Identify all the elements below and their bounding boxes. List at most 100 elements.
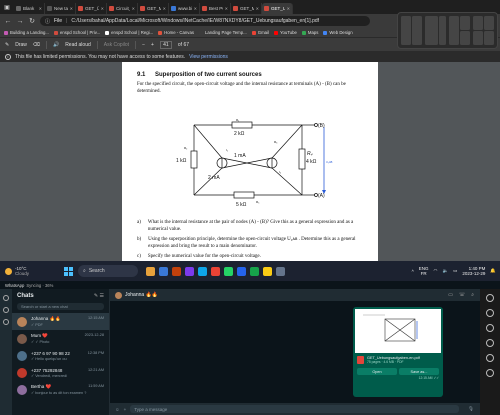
chat-list-item[interactable]: +237 6 97 90 98 22 12:38 PM ✓ Hello quelqu… — [12, 347, 109, 364]
teams-icon[interactable] — [185, 266, 194, 276]
chevron-up-icon[interactable]: ^ — [412, 269, 414, 274]
url-field[interactable]: ⓘ File | C:/Users/bahal/AppData/Local/Mi… — [40, 16, 370, 26]
close-tab-icon[interactable]: ✕ — [163, 6, 166, 11]
open-file-button[interactable]: Open — [357, 368, 397, 375]
pdf-viewer[interactable]: 9.1 Superposition of two current sources… — [0, 62, 500, 261]
chrome-icon[interactable] — [211, 266, 220, 276]
wifi-icon[interactable]: ◠ — [434, 268, 438, 274]
excel-icon[interactable] — [250, 266, 259, 276]
word-icon[interactable] — [237, 266, 246, 276]
settings-icon[interactable] — [276, 266, 285, 276]
bookmark-item[interactable]: enspd School | Priv... — [53, 30, 100, 35]
conversation-search-icon[interactable]: ⌕ — [471, 292, 474, 298]
close-tab-icon[interactable]: ✕ — [39, 6, 42, 11]
close-tab-icon[interactable]: ✕ — [287, 6, 290, 11]
whatsapp-taskbar-icon[interactable] — [224, 266, 233, 276]
windows-start-icon[interactable] — [64, 266, 73, 276]
voltage-label: U₀AB — [326, 160, 333, 164]
conversation-header[interactable]: Johanna 🔥🔥 ▭ ☏ ⌕ — [110, 289, 480, 301]
calls-nav-icon[interactable] — [3, 307, 9, 313]
forward-icon[interactable]: → — [16, 18, 24, 25]
language-indicator[interactable]: ENG FR — [419, 266, 429, 276]
browser-tab[interactable]: GET_Üebi✕ — [76, 3, 107, 14]
filter-icon[interactable]: ☰ — [100, 293, 104, 299]
zoom-out-icon[interactable]: − — [142, 42, 145, 48]
notifications-icon[interactable]: 🔔 — [490, 268, 496, 274]
message-input[interactable]: Type a message — [130, 405, 460, 413]
quick-circle-icon[interactable] — [486, 324, 494, 332]
back-icon[interactable]: ← — [4, 18, 12, 25]
zoom-in-icon[interactable]: + — [151, 42, 154, 48]
sticky-notes-icon[interactable] — [263, 266, 272, 276]
bookmark-item[interactable]: Gmail — [251, 30, 269, 35]
browser-tab[interactable]: GET_Mus✕ — [138, 3, 169, 14]
draw-icon[interactable]: ✎ — [5, 42, 9, 48]
voice-call-icon[interactable]: ☏ — [459, 292, 465, 298]
attach-icon[interactable]: + — [124, 407, 127, 412]
close-tab-icon[interactable]: ✕ — [132, 6, 135, 11]
draw-button[interactable]: Draw — [15, 42, 27, 48]
bookmark-item[interactable]: Landing Page Temp... — [199, 30, 247, 35]
close-tab-icon[interactable]: ✕ — [256, 6, 259, 11]
quick-add-icon[interactable] — [486, 369, 494, 377]
ask-copilot-button[interactable]: Ask Copilot — [104, 42, 129, 48]
browser-tab[interactable]: GET_Uebu✕ — [262, 3, 293, 14]
browser-tab[interactable]: Best POF✕ — [200, 3, 231, 14]
read-aloud-icon[interactable]: 🔊 — [53, 42, 59, 48]
bookmark-item[interactable]: Home - Canvas — [158, 30, 194, 35]
close-tab-icon[interactable]: ✕ — [194, 6, 197, 11]
eraser-icon[interactable]: ⌫ — [33, 42, 40, 48]
store-icon[interactable] — [198, 266, 207, 276]
chat-list-item[interactable]: Bertha ❤️ 11:59 AM ✓ bonjour tu as dit ton… — [12, 381, 109, 398]
bookmark-item[interactable]: YouTube — [273, 30, 297, 35]
browser-tab[interactable]: Circuit_A✕ — [107, 3, 138, 14]
chats-nav-icon[interactable] — [3, 295, 9, 301]
quick-user-icon[interactable] — [486, 354, 494, 362]
close-tab-icon[interactable]: ✕ — [70, 6, 73, 11]
bookmark-item[interactable]: Web Design — [323, 30, 353, 35]
edge-icon[interactable] — [159, 266, 168, 276]
browser-tab[interactable]: Blank ✕ — [14, 3, 45, 14]
close-tab-icon[interactable]: ✕ — [225, 6, 228, 11]
battery-icon[interactable]: ▭ — [453, 268, 457, 274]
weather-widget[interactable]: -10°C Cloudy — [0, 266, 60, 276]
bookmark-item[interactable]: enspd School | Regi... — [105, 30, 153, 35]
save-as-button[interactable]: Save as... — [399, 368, 439, 375]
quick-bell-icon[interactable] — [486, 309, 494, 317]
status-nav-icon[interactable] — [3, 319, 9, 325]
snap-layout-wide-left[interactable] — [425, 16, 446, 45]
view-permissions-link[interactable]: View permissions — [189, 54, 228, 60]
read-aloud-button[interactable]: Read aloud — [65, 42, 91, 48]
chat-list-item[interactable]: Johanna 🔥🔥 12:15 AM ✓ PDF — [12, 313, 109, 330]
office-icon[interactable] — [172, 266, 181, 276]
volume-icon[interactable]: 🔈 — [442, 268, 448, 274]
chat-list-item[interactable]: Mum ❤️ 2023-12-28 ✓ ✓ Photo — [12, 330, 109, 347]
snap-layout-grid[interactable] — [473, 16, 494, 45]
file-attachment[interactable]: GET_Uebungsaufgaben-en.pdf 75 pages · 4.… — [355, 353, 441, 367]
chat-list-item[interactable]: +237 75292848 12:21 AM ✓ Vendredi, mercred… — [12, 364, 109, 381]
mic-icon[interactable]: 🎙 — [468, 406, 474, 412]
bookmark-item[interactable]: Building a Landing... — [4, 30, 49, 35]
browser-tab[interactable]: www.bim✕ — [169, 3, 200, 14]
label-r-right: 4 kΩ — [306, 159, 317, 165]
bookmark-item[interactable]: Maps — [301, 30, 318, 35]
clock[interactable]: 1:40 PM 2023-12-29 — [462, 266, 485, 277]
page-number-field[interactable]: 41 — [159, 40, 172, 49]
snap-layout-left-stack[interactable] — [449, 16, 470, 45]
file-explorer-icon[interactable] — [146, 266, 155, 276]
browser-tab[interactable]: GET_Mus✕ — [231, 3, 262, 14]
chat-search-input[interactable]: Search or start a new chat — [17, 303, 104, 310]
quick-settings-icon[interactable] — [486, 294, 494, 302]
windows-taskbar: -10°C Cloudy ⌕ Search ^ ENG FR ◠ 🔈 ▭ 1:4… — [0, 261, 500, 281]
refresh-icon[interactable]: ↻ — [28, 17, 36, 25]
video-call-icon[interactable]: ▭ — [448, 292, 453, 298]
tab-actions-icon[interactable]: ▣ — [0, 0, 14, 14]
close-tab-icon[interactable]: ✕ — [101, 6, 104, 11]
browser-tab[interactable]: New tab✕ — [45, 3, 76, 14]
new-chat-icon[interactable]: ✎ — [94, 293, 98, 299]
snap-layout-halves[interactable] — [401, 16, 422, 45]
taskbar-search[interactable]: ⌕ Search — [78, 265, 138, 277]
pdf-preview-thumbnail[interactable] — [355, 309, 441, 353]
emoji-icon[interactable]: ☺ — [115, 407, 120, 412]
quick-search-icon[interactable] — [486, 339, 494, 347]
